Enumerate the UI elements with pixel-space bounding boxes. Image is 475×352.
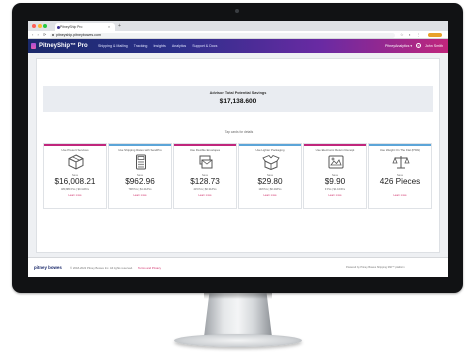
- card-value: $29.80: [257, 177, 283, 186]
- card-accent-bar: [369, 144, 431, 146]
- savings-card-envelopes[interactable]: Use Flexible Envelopes Save $128.73 415 …: [173, 143, 237, 209]
- savings-card-presort[interactable]: Use Presort Services Save $16,008.21 480…: [43, 143, 107, 209]
- footer-logo: pitney bowes: [34, 265, 62, 270]
- footer-copyright: © 2018-2022 Pitney Bowes Inc. All rights…: [70, 266, 134, 270]
- card-subtext: 480,889 Pcs | $0.11/Pcs: [61, 188, 89, 191]
- savings-cards: Use Presort Services Save $16,008.21 480…: [43, 143, 433, 209]
- card-value: $9.90: [324, 177, 346, 186]
- card-title: Use Lighter Packaging: [255, 148, 285, 152]
- nav-analytics[interactable]: Analytics: [172, 44, 186, 48]
- card-subtext: 798 Pcs | $1.21/Pcs: [128, 188, 152, 191]
- app-footer: pitney bowes © 2018-2022 Pitney Bowes In…: [28, 257, 448, 277]
- learn-more-link[interactable]: Learn more: [44, 194, 106, 197]
- scale-icon: [392, 156, 410, 169]
- savings-summary: Advisor Total Potential Savings $17,138.…: [43, 86, 433, 112]
- card-subtext: 148 Pcs | $0.20/Pcs: [258, 188, 282, 191]
- learn-more-link[interactable]: Learn more: [369, 194, 431, 197]
- card-value: 426 Pieces: [379, 177, 421, 186]
- profile-badge[interactable]: [428, 33, 442, 37]
- savings-card-return-receipt[interactable]: Use Electronic Return Receipt Save $9.90…: [303, 143, 367, 209]
- account-menu[interactable]: PitneyAnalytics ▾: [385, 39, 412, 53]
- browser-nav-buttons[interactable]: ‹ › ⟳: [32, 31, 48, 39]
- app-brand[interactable]: PitneyShip™ Pro: [39, 39, 88, 53]
- tab-title: PitneyShip Pro: [60, 25, 83, 29]
- box-package-icon: [68, 154, 84, 170]
- monitor-stand-base: [174, 334, 302, 347]
- learn-more-link[interactable]: Learn more: [239, 194, 301, 197]
- nav-insights[interactable]: Insights: [153, 44, 165, 48]
- new-tab-icon[interactable]: +: [118, 22, 121, 30]
- close-window-icon[interactable]: [32, 24, 36, 28]
- card-accent-bar: [239, 144, 301, 146]
- main-panel: Advisor Total Potential Savings $17,138.…: [36, 58, 440, 253]
- window-controls: [32, 24, 49, 28]
- learn-more-link[interactable]: Learn more: [304, 194, 366, 197]
- footer-powered-by: Powered by Pitney Bowes Shipping 360™ pl…: [346, 266, 405, 269]
- savings-card-packaging[interactable]: Use Lighter Packaging Save $29.80 148 Pc…: [238, 143, 302, 209]
- nav-support-docs[interactable]: Support & Docs: [192, 44, 217, 48]
- card-title: Use Presort Services: [61, 148, 89, 152]
- pitneyship-logo-icon: [31, 43, 36, 49]
- address-bar: ‹ › ⟳ pitneyship.pitneybowes.com ☆ ◐ ⋮: [28, 31, 448, 39]
- browser-tab[interactable]: PitneyShip Pro ×: [55, 23, 115, 31]
- calculator-icon: [136, 154, 146, 170]
- card-subtext: 415 Pcs | $0.31/Pcs: [193, 188, 217, 191]
- card-accent-bar: [304, 144, 366, 146]
- stand-shadow: [204, 293, 272, 299]
- learn-more-link[interactable]: Learn more: [174, 194, 236, 197]
- url-field[interactable]: pitneyship.pitneybowes.com: [50, 32, 395, 38]
- monitor-stand-neck: [204, 293, 272, 337]
- favicon-icon: [56, 25, 60, 29]
- savings-card-rates[interactable]: Use Shipping Rates with SendPro Save $96…: [108, 143, 172, 209]
- card-title: Use Weight On The Flat (PSW): [379, 148, 421, 152]
- tip-text: Tap cards for details: [224, 130, 254, 134]
- browser-tab-bar: PitneyShip Pro × +: [28, 21, 448, 31]
- card-value: $16,008.21: [54, 177, 96, 186]
- card-value: $128.73: [190, 177, 220, 186]
- browser-extension-icons[interactable]: ☆ ◐ ⋮: [400, 31, 422, 39]
- card-title: Use Shipping Rates with SendPro: [118, 148, 162, 152]
- help-icon[interactable]: ?: [416, 43, 421, 48]
- nav-tracking[interactable]: Tracking: [134, 44, 148, 48]
- savings-card-weight[interactable]: Use Weight On The Flat (PSW) Save 426 Pi…: [368, 143, 432, 209]
- screen: PitneyShip Pro × + ‹ › ⟳ pitneyship.pitn…: [28, 21, 448, 277]
- card-value: $962.96: [125, 177, 155, 186]
- card-accent-bar: [109, 144, 171, 146]
- envelope-stack-icon: [199, 155, 213, 169]
- receipt-icon: [328, 155, 344, 169]
- card-title: Use Electronic Return Receipt: [315, 148, 355, 152]
- lock-icon: [52, 33, 55, 37]
- app-nav-bar: PitneyShip™ Pro Shipping & Mailing Tracki…: [28, 39, 448, 53]
- nav-shipping-mailing[interactable]: Shipping & Mailing: [98, 44, 128, 48]
- savings-title: Advisor Total Potential Savings: [209, 91, 267, 95]
- tab-close-icon[interactable]: ×: [108, 23, 110, 31]
- card-title: Use Flexible Envelopes: [189, 148, 221, 152]
- webcam-icon: [235, 9, 239, 13]
- learn-more-link[interactable]: Learn more: [109, 194, 171, 197]
- card-accent-bar: [174, 144, 236, 146]
- card-subtext: 9 Pcs | $1.10/Pcs: [324, 188, 346, 191]
- terms-privacy-link[interactable]: Terms and Privacy: [138, 258, 161, 277]
- main-nav: Shipping & Mailing Tracking Insights Analyt…: [98, 39, 223, 53]
- minimize-window-icon[interactable]: [37, 24, 42, 28]
- open-box-icon: [262, 154, 280, 170]
- url-text: pitneyship.pitneybowes.com: [56, 32, 101, 37]
- card-accent-bar: [44, 144, 106, 146]
- user-name[interactable]: John Smith: [425, 39, 443, 53]
- maximize-window-icon[interactable]: [43, 24, 47, 28]
- savings-total: $17,138.600: [219, 98, 257, 105]
